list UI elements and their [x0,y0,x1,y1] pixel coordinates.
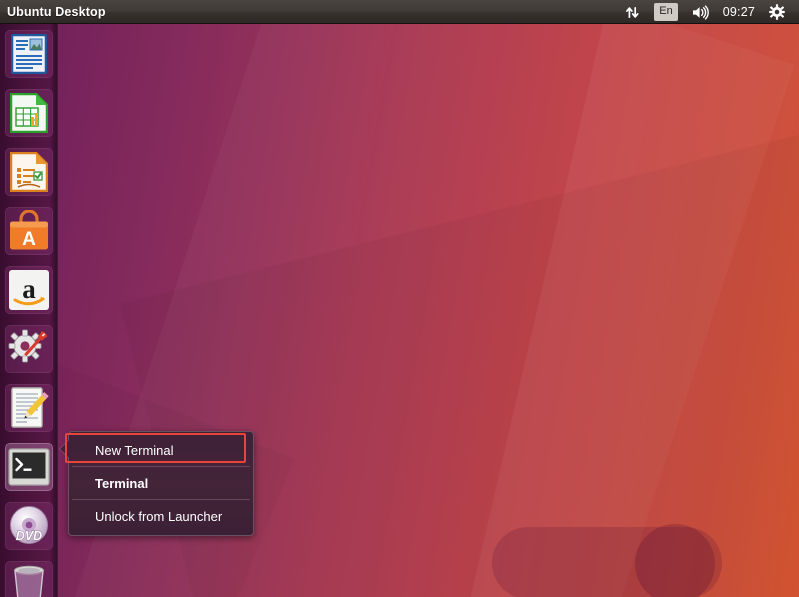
svg-text:A: A [22,229,36,250]
launcher-item-text-editor[interactable] [0,378,58,437]
amazon-icon: a [5,265,53,314]
session-gear-icon[interactable] [762,0,792,24]
launcher-item-system-settings[interactable] [0,319,58,378]
launcher-quicklist-menu: New Terminal Terminal Unlock from Launch… [60,431,254,536]
document-icon [5,29,53,78]
dvd-icon: DVD [5,501,53,550]
menu-item-terminal[interactable]: Terminal [69,468,253,498]
spreadsheet-icon [5,88,53,137]
quicklist-pointer-arrow [60,440,69,458]
launcher-item-libreoffice-impress[interactable] [0,142,58,201]
menu-separator [72,499,250,500]
launcher-item-amazon[interactable]: a [0,260,58,319]
launcher-item-terminal[interactable] [0,437,58,496]
unity-launcher: A a DVD [0,24,58,597]
launcher-item-libreoffice-calc[interactable] [0,83,58,142]
gear-wrench-icon [5,324,53,373]
launcher-item-libreoffice-writer[interactable] [0,24,58,83]
presentation-icon [5,147,53,196]
desktop-screen: Ubuntu Desktop En 09:27 A a DVD New Term… [0,0,799,597]
clock-indicator[interactable]: 09:27 [716,0,762,24]
trash-icon [5,560,53,597]
svg-text:DVD: DVD [16,529,42,543]
ubuntu-logo-watermark-dot [635,524,715,597]
menu-item-unlock-from-launcher[interactable]: Unlock from Launcher [69,501,253,531]
launcher-item-media-player[interactable]: DVD [0,496,58,555]
pencil-document-icon [5,383,53,432]
launcher-item-ubuntu-software[interactable]: A [0,201,58,260]
keyboard-layout-indicator[interactable]: En [647,0,684,24]
volume-icon[interactable] [685,0,716,24]
launcher-item-trash[interactable] [0,555,58,597]
keyboard-layout-label: En [654,3,678,21]
top-panel: Ubuntu Desktop En 09:27 [0,0,799,24]
software-bag-icon: A [5,206,53,255]
network-icon[interactable] [618,0,647,24]
menu-separator [72,466,250,467]
page-title: Ubuntu Desktop [7,5,106,19]
indicator-area: En 09:27 [618,0,799,24]
svg-text:a: a [22,274,36,304]
terminal-icon [5,442,53,491]
menu-item-new-terminal[interactable]: New Terminal [69,435,253,465]
